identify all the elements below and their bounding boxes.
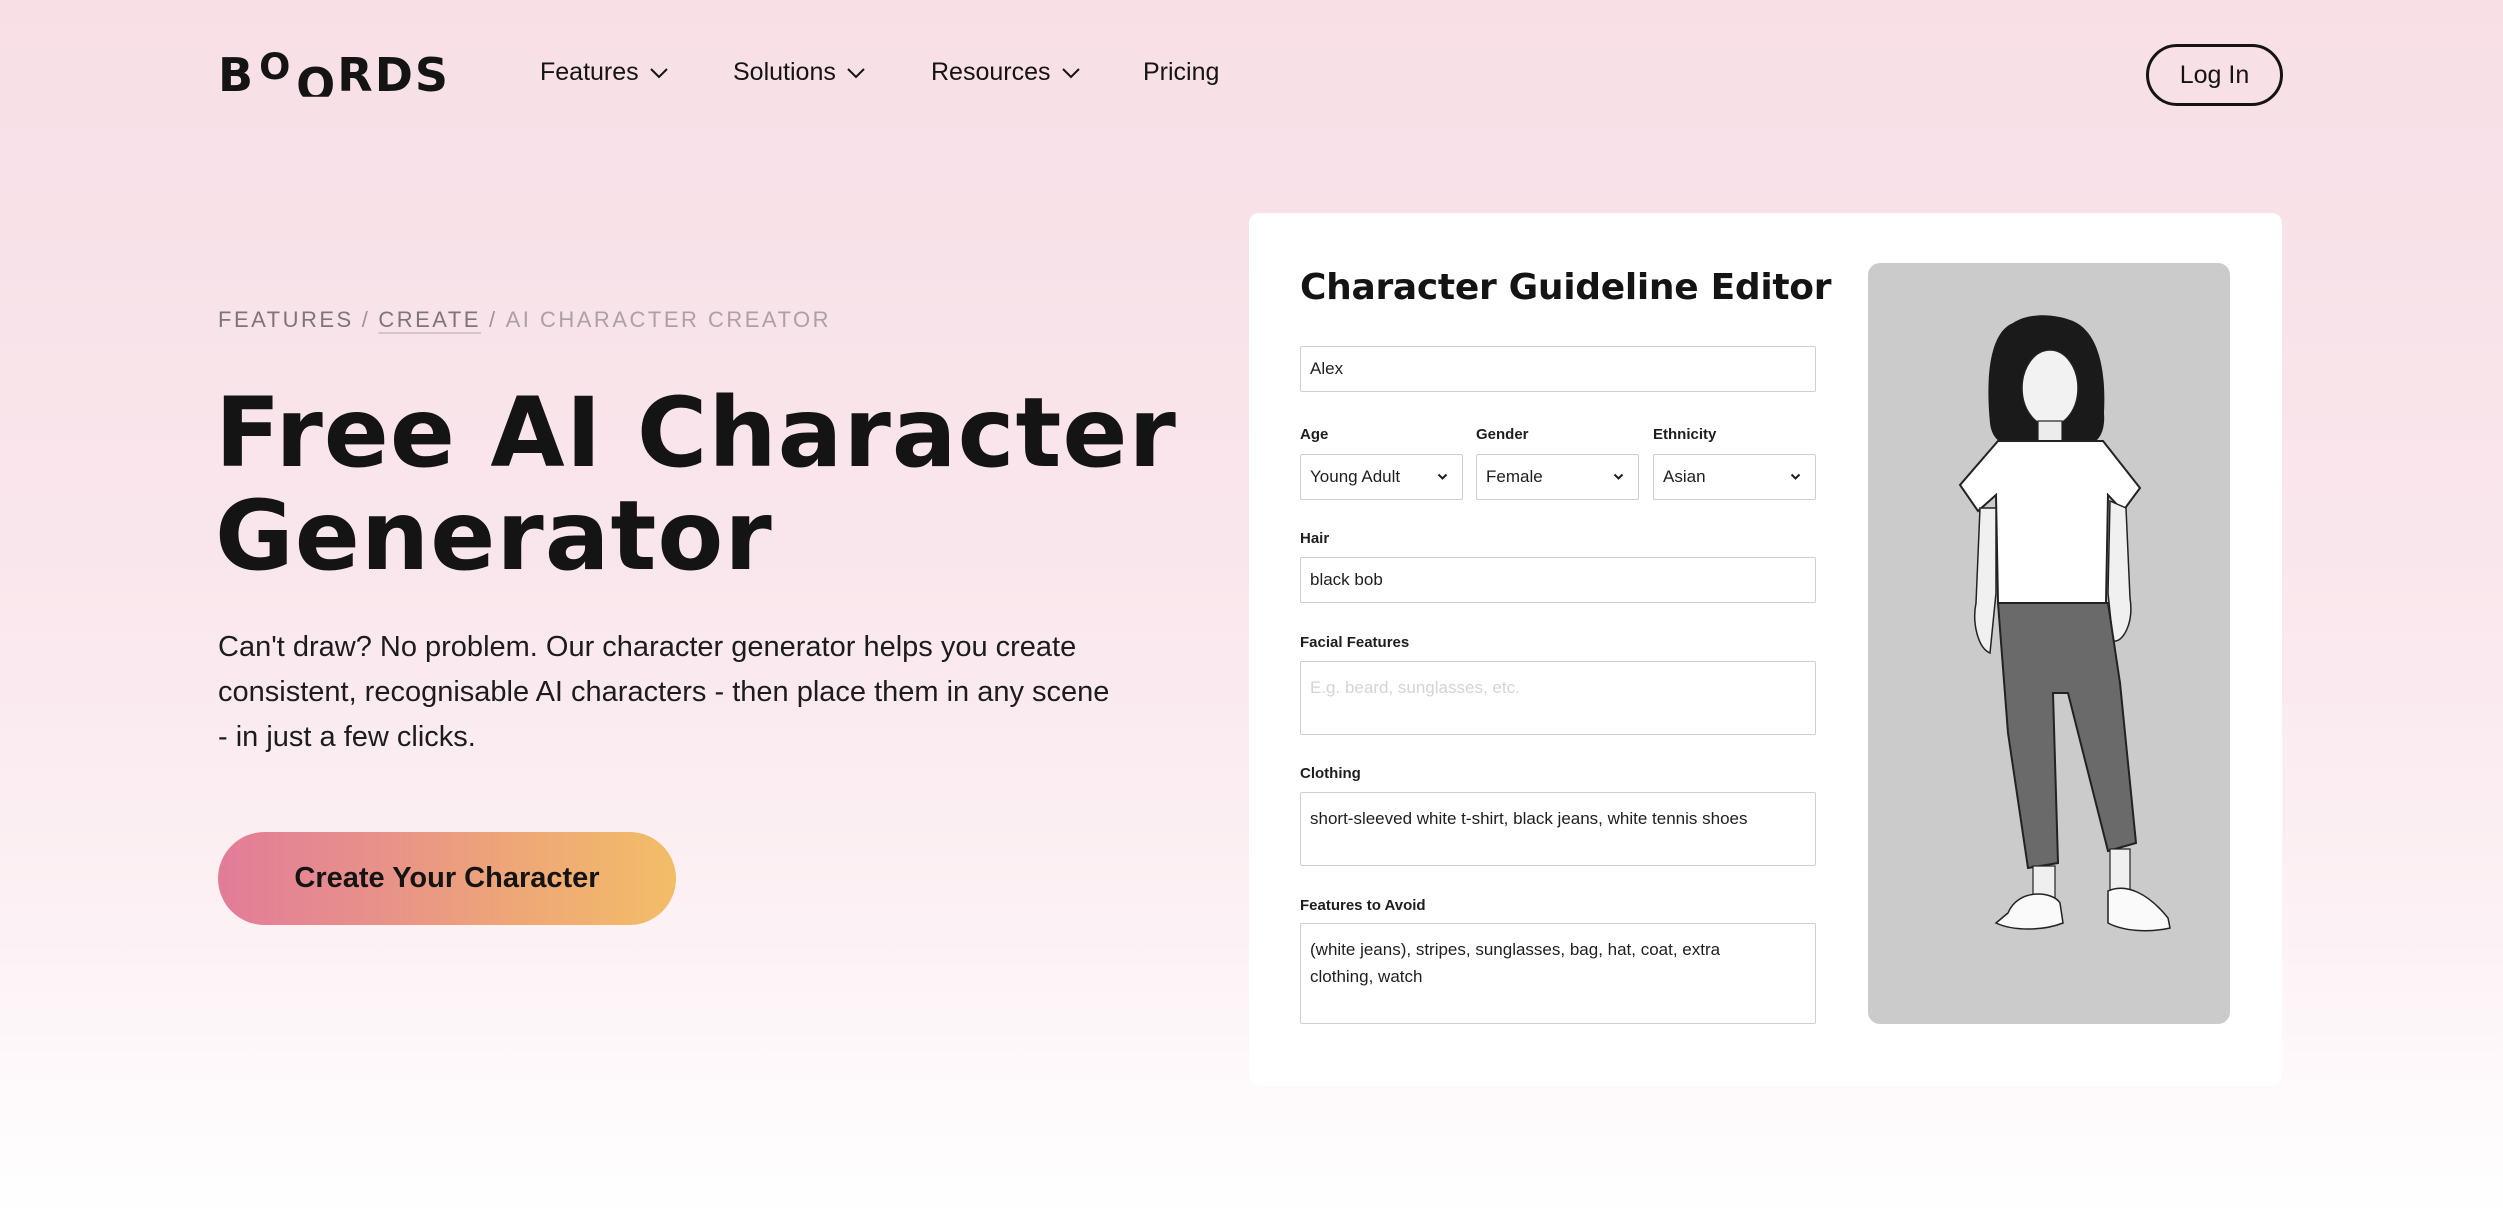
logo-letter: S xyxy=(414,48,451,102)
gender-select[interactable]: Female xyxy=(1476,454,1639,500)
ethnicity-select[interactable]: Asian xyxy=(1653,454,1816,500)
hair-label: Hair xyxy=(1300,530,1330,547)
breadcrumb-current: AI CHARACTER CREATOR xyxy=(505,307,832,332)
logo-letter: O xyxy=(296,58,338,112)
hero-description: Can't draw? No problem. Our character ge… xyxy=(218,631,1110,753)
nav-resources-label: Resources xyxy=(931,58,1051,86)
logo-letter: B xyxy=(218,48,256,102)
nav-solutions-label: Solutions xyxy=(733,58,836,86)
page-title: Free AI Character Generator xyxy=(215,382,1215,588)
breadcrumb-separator: / xyxy=(488,307,498,332)
nav-pricing[interactable]: Pricing xyxy=(1143,58,1219,87)
create-character-button[interactable]: Create Your Character xyxy=(218,832,676,925)
hair-input[interactable]: black bob xyxy=(1300,557,1816,603)
facial-features-label: Facial Features xyxy=(1300,634,1410,651)
ethnicity-value: Asian xyxy=(1663,467,1706,486)
chevron-down-icon xyxy=(1613,473,1624,480)
chevron-down-icon xyxy=(649,67,668,78)
breadcrumb-separator: / xyxy=(361,307,371,332)
chevron-down-icon xyxy=(1061,67,1080,78)
breadcrumb: FEATURES / CREATE / AI CHARACTER CREATOR xyxy=(218,307,831,333)
login-button[interactable]: Log In xyxy=(2146,44,2283,106)
nav-pricing-label: Pricing xyxy=(1143,58,1220,86)
boords-logo[interactable]: B O O R D S xyxy=(218,48,451,102)
character-illustration xyxy=(1958,315,2171,932)
nav-resources[interactable]: Resources xyxy=(931,58,1081,87)
features-to-avoid-textarea[interactable]: (white jeans), stripes, sunglasses, bag,… xyxy=(1300,923,1816,1024)
right-shoe xyxy=(2107,887,2171,932)
name-value: Alex xyxy=(1310,359,1344,378)
page-title-line-2: Generator xyxy=(215,480,773,592)
gender-label: Gender xyxy=(1476,426,1529,443)
features-to-avoid-label: Features to Avoid xyxy=(1300,897,1426,914)
hair-value: black bob xyxy=(1310,570,1383,589)
left-arm xyxy=(1974,507,1997,655)
age-label: Age xyxy=(1300,426,1329,443)
clothing-textarea[interactable]: short-sleeved white t-shirt, black jeans… xyxy=(1300,792,1816,866)
ethnicity-label: Ethnicity xyxy=(1653,426,1717,443)
page-title-line-1: Free AI Character xyxy=(215,377,1177,489)
chevron-down-icon xyxy=(1790,473,1801,480)
breadcrumb-features[interactable]: FEATURES xyxy=(218,307,354,333)
jeans-shape xyxy=(1996,602,2138,870)
chevron-down-icon xyxy=(847,67,865,78)
name-input[interactable]: Alex xyxy=(1300,346,1816,392)
editor-title: Character Guideline Editor xyxy=(1300,267,1832,308)
facial-features-placeholder: E.g. beard, sunglasses, etc. xyxy=(1310,678,1520,697)
left-shoe xyxy=(1994,893,2064,930)
breadcrumb-create[interactable]: CREATE xyxy=(378,307,481,333)
clothing-value: short-sleeved white t-shirt, black jeans… xyxy=(1310,809,1748,828)
chevron-down-icon xyxy=(1437,473,1448,480)
face-shape xyxy=(2021,349,2079,427)
logo-letter: D xyxy=(374,48,415,102)
character-preview-image xyxy=(1868,263,2230,1024)
facial-features-textarea[interactable]: E.g. beard, sunglasses, etc. xyxy=(1300,661,1816,735)
logo-letter: O xyxy=(259,44,293,88)
clothing-label: Clothing xyxy=(1300,765,1361,782)
nav-features[interactable]: Features xyxy=(540,58,669,87)
nav-solutions[interactable]: Solutions xyxy=(733,58,866,87)
nav-features-label: Features xyxy=(540,58,639,86)
features-to-avoid-value: (white jeans), stripes, sunglasses, bag,… xyxy=(1310,940,1721,986)
age-value: Young Adult xyxy=(1310,467,1401,486)
gender-value: Female xyxy=(1486,467,1543,486)
age-select[interactable]: Young Adult xyxy=(1300,454,1463,500)
logo-letter: R xyxy=(337,48,375,102)
